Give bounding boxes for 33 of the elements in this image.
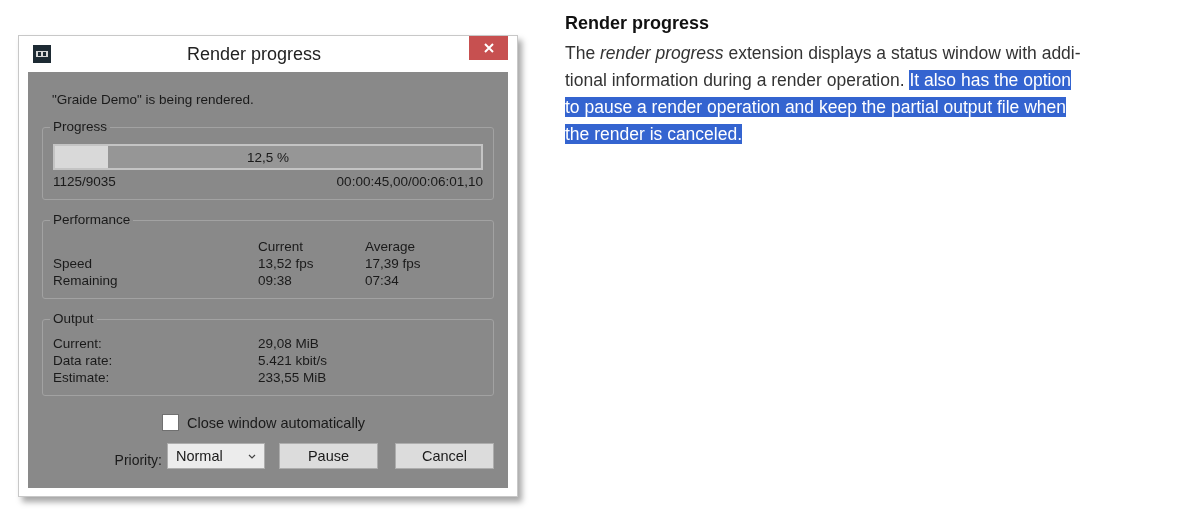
row-label: Remaining — [53, 273, 119, 288]
group-title: Performance — [50, 212, 134, 227]
priority-label: Priority: — [114, 452, 162, 468]
time-elapsed: 00:00:45,00/00:06:01,10 — [336, 174, 483, 189]
checkbox-label: Close window automatically — [187, 414, 366, 431]
film-icon — [33, 45, 51, 63]
window-title: Render progress — [185, 43, 323, 65]
column-header: Current — [258, 239, 304, 254]
value-text: 09:38 — [258, 273, 293, 288]
group-title: Progress — [50, 119, 111, 134]
value-text: 13,52 fps — [258, 256, 315, 271]
section-heading: Render progress — [565, 13, 711, 34]
caret-icon — [248, 453, 256, 459]
dialog-button[interactable]: Cancel — [395, 443, 494, 469]
status-message: "Graide Demo" is being rendered. — [52, 92, 255, 107]
close-icon — [483, 43, 494, 53]
column-header: Average — [365, 239, 417, 254]
value-text: 07:34 — [365, 273, 400, 288]
frame-count: 1125/9035 — [53, 174, 116, 189]
close-button[interactable] — [469, 36, 508, 60]
row-label: Data rate: — [53, 353, 114, 368]
row-label: Speed — [53, 256, 94, 271]
progress-percent: 12,5 % — [247, 149, 289, 165]
row-label: Estimate: — [53, 370, 111, 385]
checkbox[interactable] — [162, 414, 179, 431]
row-label: Current: — [53, 336, 103, 351]
value-text: 5.421 kbit/s — [258, 353, 329, 368]
value-text: 233,55 MiB — [258, 370, 328, 385]
group-title: Output — [50, 311, 97, 326]
value-text: 29,08 MiB — [258, 336, 320, 351]
dialog-button[interactable]: Pause — [279, 443, 378, 469]
priority-dropdown[interactable]: Normal — [167, 443, 265, 469]
value-text: 17,39 fps — [365, 256, 422, 271]
